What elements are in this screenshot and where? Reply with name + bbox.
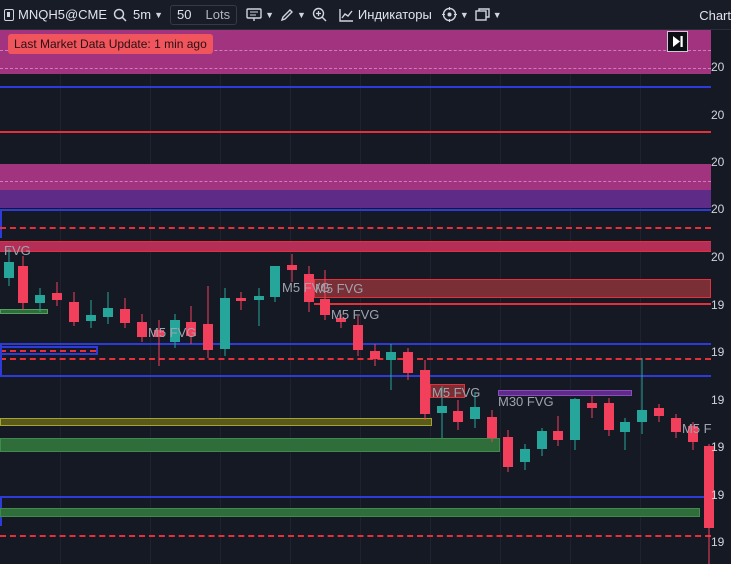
chevron-down-icon: ▼ (154, 9, 164, 20)
candle-body (103, 308, 113, 317)
price-axis-label: 20 (711, 155, 725, 169)
price-axis-label: 20 (711, 250, 725, 264)
scroll-to-realtime-button[interactable] (667, 31, 688, 52)
candle-body (671, 418, 681, 432)
alerts-icon (246, 7, 262, 21)
candle-body (320, 299, 330, 315)
price-axis-label: 19 (711, 298, 725, 312)
fvg-label: M5 FVG (315, 281, 364, 296)
candle-body (537, 431, 547, 449)
candle-body (254, 296, 264, 300)
candle-body (370, 351, 380, 359)
top-toolbar: MNQH5@CME 5m ▼ 50 Lots ▼ ▼ Индикаторы ▼ … (0, 0, 731, 30)
drawing-tools-button[interactable]: ▼ (277, 0, 309, 30)
candle-body (4, 262, 14, 278)
zoom-button[interactable] (309, 0, 330, 30)
candle-body (604, 403, 614, 430)
layout-icon (475, 8, 490, 21)
layout-button[interactable]: ▼ (472, 0, 505, 30)
price-axis-label: 20 (711, 202, 725, 216)
templates-icon (441, 7, 457, 22)
fvg-label: M5 FVG (432, 385, 481, 400)
candle-body (270, 266, 280, 297)
candle-body (453, 411, 463, 422)
candle-body (386, 352, 396, 360)
price-axis-label: 19 (711, 393, 725, 407)
candle-body (120, 309, 130, 323)
search-button[interactable] (110, 0, 130, 30)
price-axis-label: 19 (711, 488, 725, 502)
chevron-down-icon: ▼ (459, 9, 469, 20)
quantity-value: 50 (177, 7, 192, 22)
candle-body (18, 266, 28, 303)
candle-body (704, 446, 714, 528)
symbol-selector[interactable]: MNQH5@CME (0, 0, 110, 30)
candle-body (520, 449, 530, 462)
price-axis-label: 20 (711, 60, 725, 74)
chevron-down-icon: ▼ (265, 9, 274, 20)
candle-body (236, 298, 246, 301)
candle-body (287, 265, 297, 270)
candle-body (437, 406, 447, 413)
zoom-in-icon (312, 7, 327, 22)
candle-body (52, 293, 62, 300)
fvg-label: M5 F (682, 421, 712, 436)
price-axis-label: 19 (711, 345, 725, 359)
candlestick-series (4, 248, 714, 564)
indicators-icon (339, 8, 353, 22)
fvg-label: M30 FVG (498, 394, 554, 409)
status-badge: Last Market Data Update: 1 min ago (8, 34, 213, 54)
candle-body (86, 315, 96, 321)
pen-icon (280, 8, 293, 21)
candle-body (353, 325, 363, 350)
price-axis-label: 19 (711, 535, 725, 549)
search-icon (113, 8, 127, 22)
candle-body (587, 403, 597, 408)
skip-forward-icon (673, 36, 683, 47)
candle-body (503, 437, 513, 467)
candle-body (570, 399, 580, 440)
price-axis-label: 20 (711, 108, 725, 122)
interval-label: 5m (133, 7, 152, 22)
fvg-label: FVG (4, 243, 31, 258)
fvg-label: M5 FVG (331, 307, 380, 322)
candle-body (137, 322, 147, 337)
candle-body (620, 422, 630, 432)
alerts-button[interactable]: ▼ (243, 0, 277, 30)
price-axis-label: 19 (711, 440, 725, 454)
chart-pane[interactable]: FVG M5 FVG M5 FVG M5 FVG M5 FVG M5 FVG M… (0, 30, 731, 564)
quantity-unit: Lots (205, 7, 231, 22)
candle-body (69, 302, 79, 322)
candle-body (220, 298, 230, 349)
candle-body (487, 417, 497, 438)
symbol-icon (4, 8, 14, 21)
candle-body (470, 407, 480, 419)
chevron-down-icon: ▼ (297, 9, 306, 20)
candle-body (203, 324, 213, 350)
candle-body (35, 295, 45, 303)
chart-menu-label: Chart (699, 7, 731, 23)
indicators-button[interactable]: Индикаторы (336, 0, 435, 30)
quantity-input[interactable]: 50 Lots (170, 4, 238, 25)
candle-body (420, 370, 430, 414)
candle-body (637, 410, 647, 422)
chart-menu[interactable]: Chart (699, 0, 731, 30)
candle-body (654, 408, 664, 416)
fvg-label: M5 FVG (148, 325, 197, 340)
templates-button[interactable]: ▼ (439, 0, 472, 30)
interval-dropdown[interactable]: 5m ▼ (130, 0, 166, 30)
candle-body (553, 431, 563, 440)
candle-body (403, 352, 413, 373)
chevron-down-icon: ▼ (492, 9, 502, 20)
indicators-label: Индикаторы (357, 7, 432, 22)
symbol-label: MNQH5@CME (18, 7, 108, 22)
